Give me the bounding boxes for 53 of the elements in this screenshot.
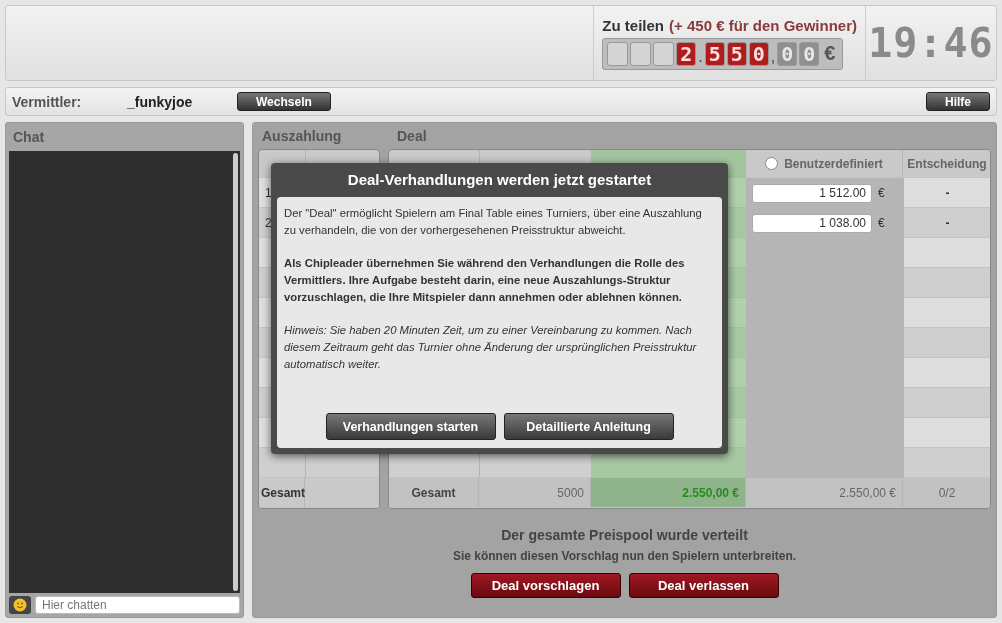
empty-digit xyxy=(630,41,652,66)
total-cell: 5000 xyxy=(479,478,591,508)
winner-bonus: (+ 450 € für den Gewinner) xyxy=(669,16,857,34)
digit: 0 xyxy=(748,41,769,66)
chat-title: Chat xyxy=(12,128,46,147)
smiley-icon xyxy=(13,598,27,612)
smiley-button[interactable] xyxy=(9,596,31,614)
total-label: Gesamt xyxy=(259,478,305,508)
decision-cell: - xyxy=(945,216,950,230)
separator: , xyxy=(770,47,776,66)
digit: 5 xyxy=(726,41,747,66)
total-cell: Gesamt xyxy=(389,478,479,508)
total-cell: 2.550,00 € xyxy=(591,478,746,508)
help-button[interactable]: Hilfe xyxy=(926,92,990,111)
mediator-label: Vermittler: xyxy=(12,93,83,110)
digit: 2 xyxy=(676,41,697,66)
currency: € xyxy=(878,186,885,200)
total-cell: 2.550,00 € xyxy=(746,478,903,508)
rank-cell: 1 xyxy=(265,186,272,200)
change-button[interactable]: Wechseln xyxy=(237,92,331,111)
digit: 0 xyxy=(777,41,798,66)
payout-title: Auszahlung xyxy=(261,127,343,146)
radio-button[interactable] xyxy=(765,157,779,170)
rank-cell: 2 xyxy=(265,216,272,230)
deal-button[interactable]: Deal vorschlagen xyxy=(470,573,621,598)
deal-title: Deal xyxy=(396,127,428,146)
digit: 0 xyxy=(799,41,820,66)
dialog-button[interactable]: Detaillierte Anleitung xyxy=(503,413,674,440)
digit: 5 xyxy=(704,41,725,66)
status-text: Sie können diesen Vorschlag nun den Spielern unterbreiten. xyxy=(452,549,797,563)
mediator-name: _funkyjoe xyxy=(127,93,194,110)
dialog-paragraph: Der "Deal" ermöglicht Spielern am Final Table eines Turniers, über eine Auszahlung zu verhandeln, die von der vorhergesehenen Preisstruktur abweicht. xyxy=(284,206,703,238)
currency: € xyxy=(878,216,885,230)
pot-label: Zu teilen xyxy=(602,16,665,34)
chat-input[interactable]: Hier chatten xyxy=(35,596,240,614)
column-header: Benutzerdefiniert xyxy=(784,156,883,171)
empty-digit xyxy=(607,41,629,66)
scrollbar[interactable] xyxy=(233,153,238,591)
deal-button[interactable]: Deal verlassen xyxy=(628,573,779,598)
dialog-paragraph: Hinweis: Sie haben 20 Minuten Zeit, um zu einer Vereinbarung zu kommen. Nach diesem Zeitraum geht das Turnier ohne Änderung der ursprünglichen Preisstruktur automatisch weiter. xyxy=(284,323,698,372)
dialog-button[interactable]: Verhandlungen starten xyxy=(325,413,496,440)
clock: 19:46 xyxy=(867,19,995,68)
total-cell: 0/2 xyxy=(903,478,990,508)
amount-field[interactable]: 1 038.00 xyxy=(752,213,872,233)
status-headline: Der gesamte Preispool wurde verteilt xyxy=(501,527,748,543)
dialog-title: Deal-Verhandlungen werden jetzt gestartet xyxy=(346,170,653,190)
dialog-paragraph: Als Chipleader übernehmen Sie während den Verhandlungen die Rolle des Vermittlers. Ihre Aufgabe besteht darin, eine neue Auszahlungs-Struktur vorzuschlagen, die Ihre Mitspieler dann annehmen oder ablehnen können. xyxy=(284,256,686,305)
decision-cell: - xyxy=(945,186,950,200)
column-header: Entscheidung xyxy=(903,150,990,178)
separator: . xyxy=(698,47,703,66)
amount-field[interactable]: 1 512.00 xyxy=(752,183,872,203)
currency: € xyxy=(823,42,837,65)
empty-digit xyxy=(653,41,675,66)
